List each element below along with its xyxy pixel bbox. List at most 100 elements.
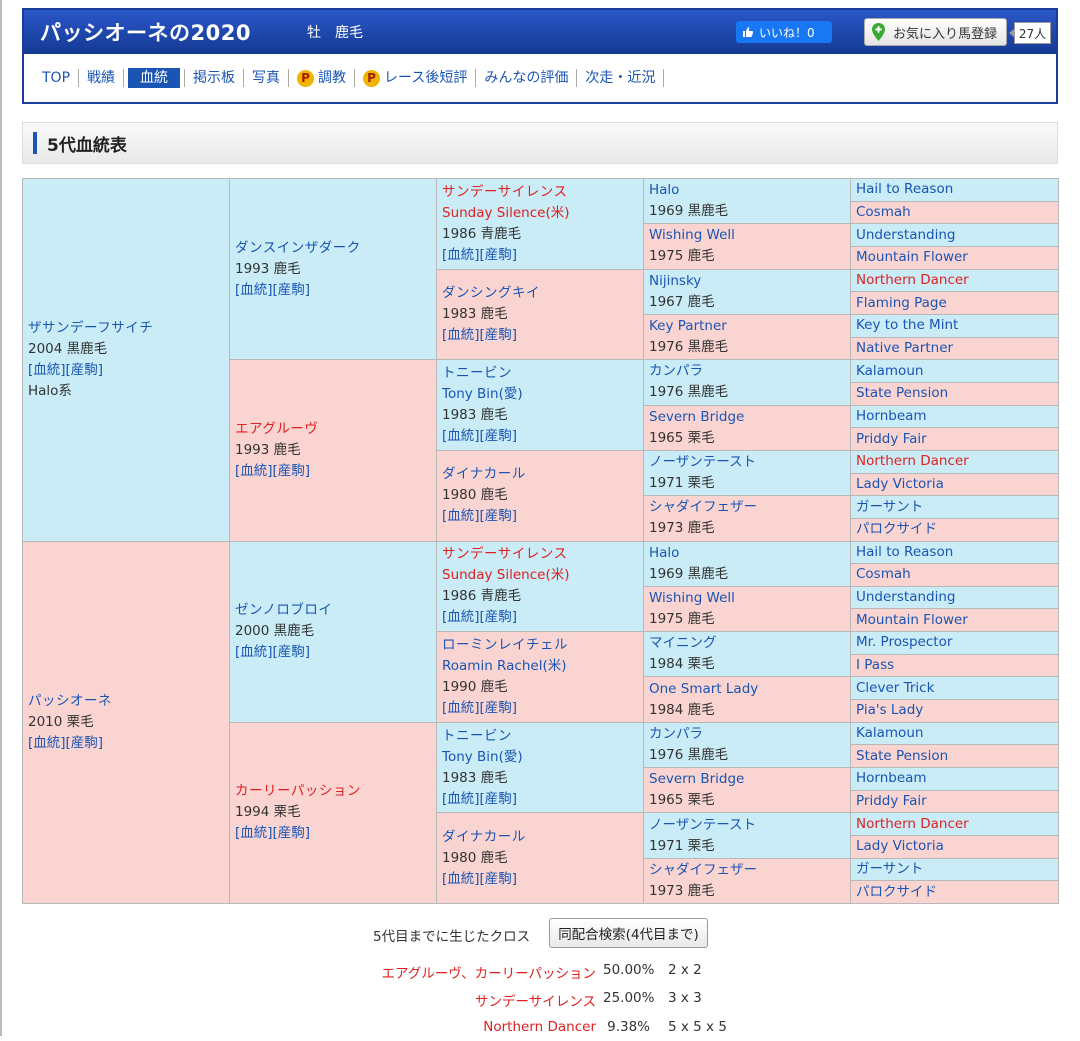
horse-name-link[interactable]: ダンスインザダーク (235, 238, 431, 259)
horse-name-link[interactable]: エアグルーヴ (235, 419, 431, 440)
horse-name-link[interactable]: Lady Victoria (856, 838, 944, 854)
horse-name-link[interactable]: Mountain Flower (856, 612, 968, 628)
like-button[interactable]: いいね！0 (736, 21, 832, 43)
horse-name-link[interactable]: Native Partner (856, 340, 953, 356)
horse-name-link[interactable]: I Pass (856, 657, 894, 673)
horse-name-link[interactable]: カンパラ (649, 361, 845, 382)
tab-pedigree[interactable]: 血統 (128, 68, 181, 88)
horse-name-en[interactable]: Tony Bin(愛) (442, 384, 638, 405)
horse-name-link[interactable]: Severn Bridge (649, 407, 845, 428)
horse-name-link[interactable]: サンデーサイレンス (442, 544, 638, 565)
horse-name-link[interactable]: ダイナカール (442, 464, 638, 485)
tab-training[interactable]: P 調教 (289, 69, 356, 87)
pedigree-offspring-links[interactable]: [血統][産駒] (442, 506, 638, 527)
same-mating-search-button[interactable]: 同配合検索(4代目まで) (549, 918, 708, 948)
horse-name-link[interactable]: Kalamoun (856, 725, 923, 741)
horse-name-link[interactable]: Priddy Fair (856, 793, 927, 809)
pedigree-offspring-links[interactable]: [血統][産駒] (442, 607, 638, 628)
horse-name-link[interactable]: Mr. Prospector (856, 634, 952, 650)
horse-name-link[interactable]: Understanding (856, 227, 955, 243)
horse-name-link[interactable]: ダンシングキイ (442, 283, 638, 304)
horse-name-link[interactable]: ガーサント (856, 499, 923, 515)
tab-next-race[interactable]: 次走・近況 (577, 69, 665, 87)
map-pin-icon (872, 23, 885, 41)
horse-name-link[interactable]: Northern Dancer (856, 272, 969, 288)
horse-name-link[interactable]: Hornbeam (856, 770, 927, 786)
pedigree-cell-gen5: Flaming Page (850, 291, 1059, 315)
horse-name-link[interactable]: Cosmah (856, 204, 911, 220)
horse-name-link[interactable]: トニービン (442, 726, 638, 747)
horse-name-link[interactable]: One Smart Lady (649, 679, 845, 700)
horse-name-link[interactable]: カンパラ (649, 724, 845, 745)
tab-results[interactable]: 戦績 (79, 69, 125, 87)
cross-name[interactable]: サンデーサイレンス (475, 990, 596, 1010)
horse-name-link[interactable]: Hail to Reason (856, 544, 953, 560)
pedigree-offspring-links[interactable]: [血統][産駒] (442, 426, 638, 447)
horse-name-link[interactable]: パッシオーネ (28, 691, 224, 712)
cross-name[interactable]: エアグルーヴ、カーリーパッション (381, 962, 596, 982)
horse-name-link[interactable]: ノーザンテースト (649, 815, 845, 836)
tab-race-review[interactable]: P レース後短評 (355, 69, 477, 87)
horse-name-link[interactable]: パロクサイド (856, 884, 937, 900)
horse-name-link[interactable]: Kalamoun (856, 363, 923, 379)
horse-name-link[interactable]: カーリーパッション (235, 781, 431, 802)
pedigree-offspring-links[interactable]: [血統][産駒] (442, 325, 638, 346)
pedigree-offspring-links[interactable]: [血統][産駒] (442, 245, 638, 266)
horse-name-en[interactable]: Tony Bin(愛) (442, 747, 638, 768)
pedigree-offspring-links[interactable]: [血統][産駒] (28, 360, 224, 381)
pedigree-offspring-links[interactable]: [血統][産駒] (235, 642, 431, 663)
horse-name-link[interactable]: Halo (649, 543, 845, 564)
horse-name-link[interactable]: Pia's Lady (856, 702, 923, 718)
horse-name-link[interactable]: シャダイフェザー (649, 860, 845, 881)
pedigree-offspring-links[interactable]: [血統][産駒] (442, 789, 638, 810)
tab-label: 戦績 (87, 70, 116, 86)
pedigree-offspring-links[interactable]: [血統][産駒] (28, 733, 224, 754)
horse-name-en[interactable]: Roamin Rachel(米) (442, 656, 638, 677)
horse-name-link[interactable]: State Pension (856, 748, 948, 764)
horse-name-link[interactable]: Hornbeam (856, 408, 927, 424)
cross-name[interactable]: Northern Dancer (483, 1019, 596, 1035)
horse-name-link[interactable]: Severn Bridge (649, 769, 845, 790)
horse-name-link[interactable]: トニービン (442, 363, 638, 384)
horse-name-link[interactable]: Cosmah (856, 566, 911, 582)
horse-name-link[interactable]: ノーザンテースト (649, 452, 845, 473)
horse-name-link[interactable]: Flaming Page (856, 295, 947, 311)
horse-name-en[interactable]: Sunday Silence(米) (442, 203, 638, 224)
pedigree-offspring-links[interactable]: [血統][産駒] (442, 698, 638, 719)
horse-name-link[interactable]: State Pension (856, 385, 948, 401)
horse-name-link[interactable]: ゼンノロブロイ (235, 600, 431, 621)
horse-name-link[interactable]: Mountain Flower (856, 249, 968, 265)
horse-name-link[interactable]: Halo (649, 180, 845, 201)
horse-name-link[interactable]: Key to the Mint (856, 317, 958, 333)
horse-name-link[interactable]: ザサンデーフサイチ (28, 318, 224, 339)
horse-name-link[interactable]: シャダイフェザー (649, 497, 845, 518)
tab-photos[interactable]: 写真 (244, 69, 290, 87)
horse-name-link[interactable]: Clever Trick (856, 680, 934, 696)
tab-board[interactable]: 掲示板 (184, 69, 245, 87)
pedigree-offspring-links[interactable]: [血統][産駒] (235, 823, 431, 844)
horse-name-link[interactable]: Wishing Well (649, 588, 845, 609)
horse-name-link[interactable]: Priddy Fair (856, 431, 927, 447)
horse-name-link[interactable]: Northern Dancer (856, 453, 969, 469)
horse-name-link[interactable]: Lady Victoria (856, 476, 944, 492)
horse-name-link[interactable]: サンデーサイレンス (442, 182, 638, 203)
horse-name-en[interactable]: Sunday Silence(米) (442, 565, 638, 586)
horse-name-link[interactable]: Northern Dancer (856, 816, 969, 832)
horse-name-link[interactable]: パロクサイド (856, 521, 937, 537)
horse-name-link[interactable]: Wishing Well (649, 225, 845, 246)
tab-top[interactable]: TOP (34, 69, 80, 87)
pedigree-offspring-links[interactable]: [血統][産駒] (235, 280, 431, 301)
horse-name-link[interactable]: ガーサント (856, 861, 923, 877)
favorite-register-button[interactable]: お気に入り馬登録 (864, 18, 1007, 46)
horse-name-link[interactable]: Nijinsky (649, 271, 845, 292)
horse-name-link[interactable]: Hail to Reason (856, 181, 953, 197)
horse-name-link[interactable]: マイニング (649, 633, 845, 654)
tab-ratings[interactable]: みんなの評価 (476, 69, 578, 87)
horse-name-link[interactable]: ローミンレイチェル (442, 635, 638, 656)
pedigree-cell-gen5: Hail to Reason (850, 178, 1059, 202)
pedigree-offspring-links[interactable]: [血統][産駒] (235, 461, 431, 482)
horse-name-link[interactable]: Key Partner (649, 316, 845, 337)
horse-name-link[interactable]: ダイナカール (442, 827, 638, 848)
pedigree-offspring-links[interactable]: [血統][産駒] (442, 869, 638, 890)
horse-name-link[interactable]: Understanding (856, 589, 955, 605)
